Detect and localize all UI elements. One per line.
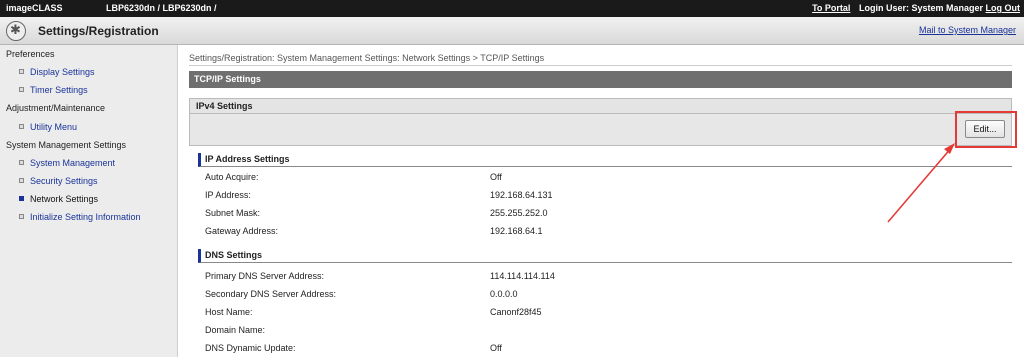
square-bullet-icon	[19, 214, 24, 219]
top-bar-right: To Portal Login User: System Manager Log…	[812, 3, 1020, 13]
setting-label: Gateway Address:	[205, 226, 279, 236]
square-bullet-icon	[19, 160, 24, 165]
settings-gear-icon	[6, 21, 26, 41]
setting-value: 114.114.114.114	[490, 271, 555, 281]
title-bar: Settings/Registration Mail to System Man…	[0, 17, 1024, 45]
sidebar-section-system-management: System Management Settings	[6, 140, 127, 150]
mail-to-system-manager-link[interactable]: Mail to System Manager	[919, 25, 1016, 35]
square-bullet-icon	[19, 69, 24, 74]
sidebar-item-network-settings[interactable]: Network Settings	[19, 194, 98, 204]
sidebar-item-display-settings[interactable]: Display Settings	[19, 67, 95, 77]
sidebar-item-label: Timer Settings	[30, 85, 88, 95]
setting-row: Subnet Mask: 255.255.252.0	[205, 208, 1005, 222]
setting-row: IP Address: 192.168.64.131	[205, 190, 1005, 204]
setting-label: Domain Name:	[205, 325, 266, 335]
sidebar: Preferences Display Settings Timer Setti…	[0, 45, 178, 357]
device-model: LBP6230dn / LBP6230dn /	[106, 3, 217, 13]
breadcrumb: Settings/Registration: System Management…	[189, 53, 545, 63]
breadcrumb-divider	[189, 65, 1012, 66]
sidebar-item-security-settings[interactable]: Security Settings	[19, 176, 98, 186]
edit-toolbar	[189, 114, 1012, 146]
setting-value: 192.168.64.1	[490, 226, 543, 236]
group-title-ip-address: IP Address Settings	[198, 153, 1012, 167]
setting-label: Subnet Mask:	[205, 208, 261, 218]
sidebar-section-adjustment: Adjustment/Maintenance	[6, 103, 106, 113]
setting-value: Canonf28f45	[490, 307, 542, 317]
setting-label: IP Address:	[205, 190, 251, 200]
annotation-highlight-box	[955, 111, 1017, 148]
sidebar-item-timer-settings[interactable]: Timer Settings	[19, 85, 88, 95]
sidebar-item-label: Utility Menu	[30, 122, 78, 132]
sidebar-item-label: System Management	[30, 158, 116, 168]
to-portal-link[interactable]: To Portal	[812, 3, 850, 13]
group-title-dns: DNS Settings	[198, 249, 1012, 263]
setting-row: Host Name: Canonf28f45	[205, 307, 1005, 321]
sidebar-item-label: Security Settings	[30, 176, 98, 186]
setting-row: Primary DNS Server Address: 114.114.114.…	[205, 271, 1005, 285]
square-bullet-icon	[19, 124, 24, 129]
setting-label: Secondary DNS Server Address:	[205, 289, 337, 299]
sidebar-item-utility-menu[interactable]: Utility Menu	[19, 122, 77, 132]
top-bar: imageCLASS LBP6230dn / LBP6230dn / To Po…	[0, 0, 1024, 17]
sidebar-section-preferences: Preferences	[6, 49, 55, 59]
setting-label: DNS Dynamic Update:	[205, 343, 296, 353]
setting-label: Host Name:	[205, 307, 253, 317]
setting-label: Primary DNS Server Address:	[205, 271, 325, 281]
square-bullet-icon	[19, 178, 24, 183]
setting-row: Secondary DNS Server Address: 0.0.0.0	[205, 289, 1005, 303]
setting-value: 0.0.0.0	[490, 289, 518, 299]
setting-value: 192.168.64.131	[490, 190, 553, 200]
subsection-title-ipv4: IPv4 Settings	[189, 98, 1012, 114]
setting-value: Off	[490, 343, 502, 353]
setting-row: Auto Acquire: Off	[205, 172, 1005, 186]
log-out-link[interactable]: Log Out	[986, 3, 1021, 13]
setting-row: Gateway Address: 192.168.64.1	[205, 226, 1005, 240]
sidebar-item-initialize-setting-information[interactable]: Initialize Setting Information	[19, 212, 141, 222]
sidebar-item-label: Display Settings	[30, 67, 95, 77]
section-title-tcpip: TCP/IP Settings	[189, 71, 1012, 88]
setting-value: Off	[490, 172, 502, 182]
square-bullet-active-icon	[19, 196, 24, 201]
setting-row: Domain Name:	[205, 325, 1005, 339]
sidebar-item-label: Network Settings	[30, 194, 99, 204]
sidebar-item-system-management[interactable]: System Management	[19, 158, 115, 168]
sidebar-item-label: Initialize Setting Information	[30, 212, 141, 222]
square-bullet-icon	[19, 87, 24, 92]
page-title: Settings/Registration	[38, 24, 159, 38]
setting-value: 255.255.252.0	[490, 208, 548, 218]
brand-name: imageCLASS	[6, 3, 63, 13]
setting-label: Auto Acquire:	[205, 172, 259, 182]
login-user-text: Login User: System Manager	[858, 3, 983, 13]
setting-row: DNS Dynamic Update: Off	[205, 343, 1005, 357]
